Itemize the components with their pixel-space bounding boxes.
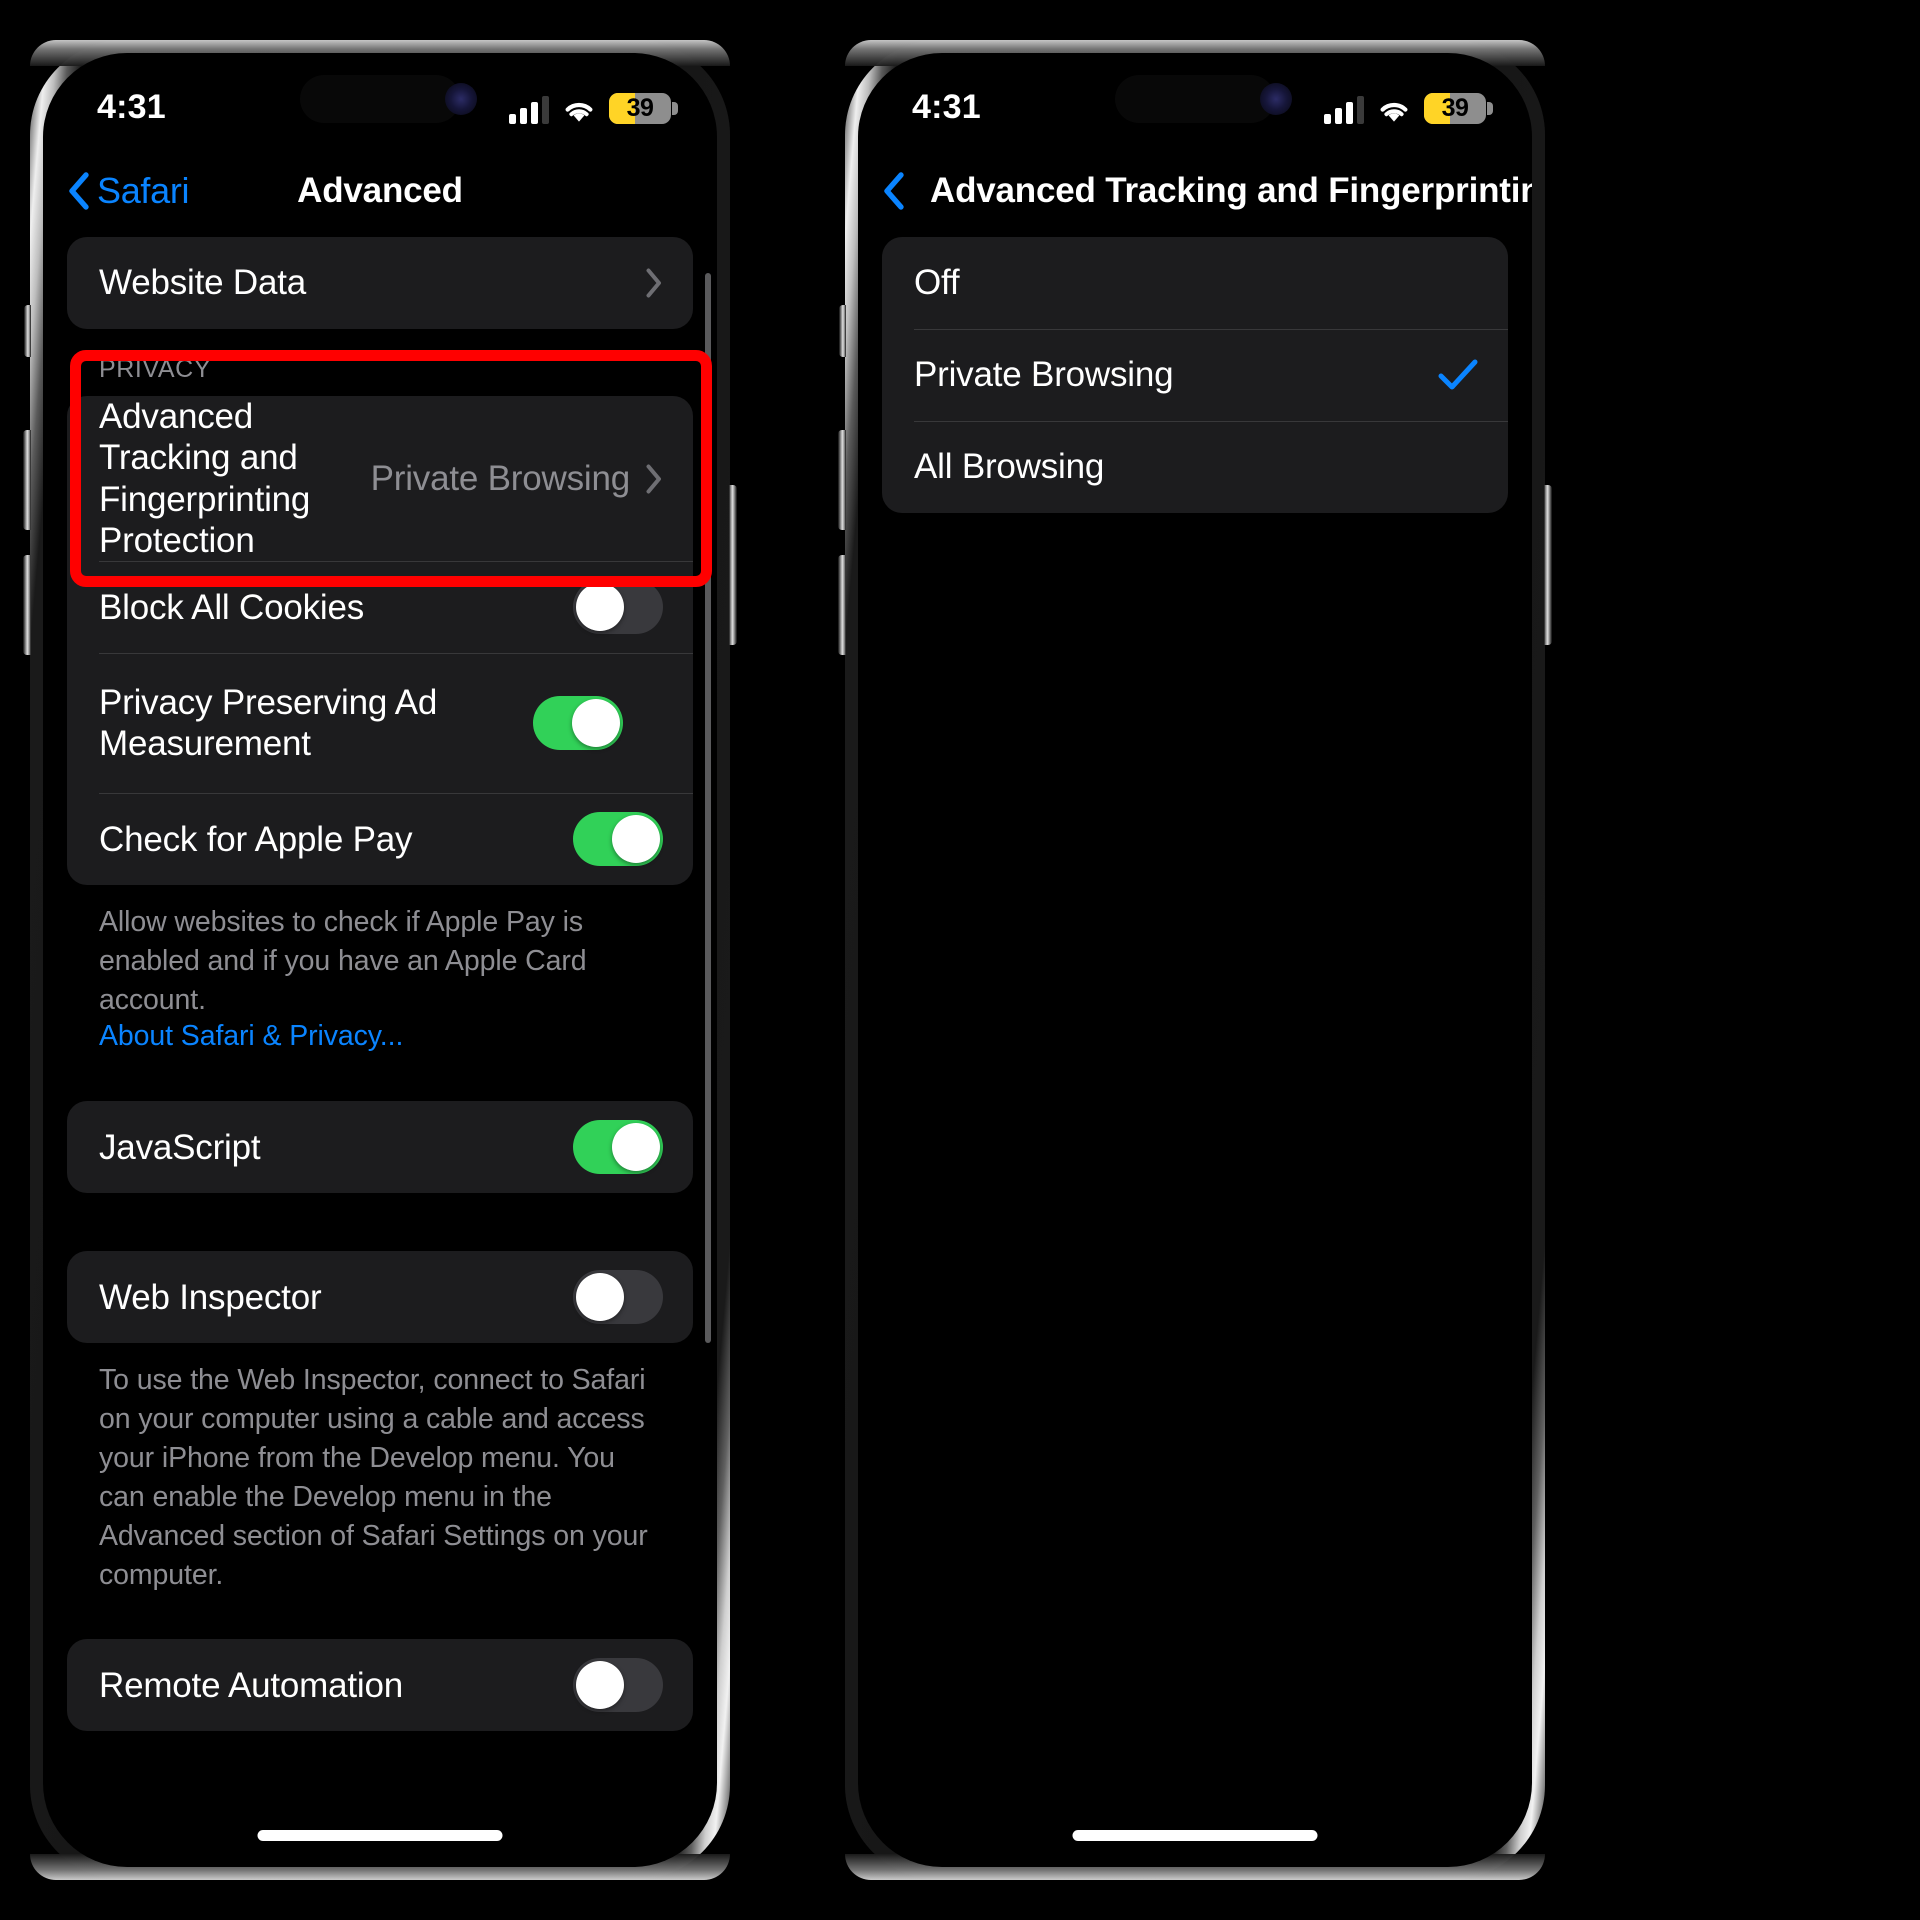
option-all-browsing[interactable]: All Browsing <box>882 421 1508 513</box>
toggle-web-inspector[interactable] <box>573 1270 663 1325</box>
volume-up-button[interactable] <box>23 430 31 530</box>
toggle-check-for-apple-pay[interactable] <box>573 812 663 867</box>
row-advanced-tracking-protection[interactable]: Advanced Tracking and Fingerprinting Pro… <box>67 396 693 561</box>
row-check-for-apple-pay[interactable]: Check for Apple Pay <box>67 793 693 885</box>
battery-icon: 39 <box>1424 92 1493 124</box>
screenshot-canvas: 4:31 39 Safari Advanced Website Data PRI… <box>0 0 1920 1920</box>
face-id-camera-icon <box>445 83 477 115</box>
status-bar: 4:31 39 <box>43 53 717 145</box>
back-button-label: Safari <box>97 170 190 211</box>
phone-right-tracking-options: 4:31 39 Advanced Tracking and Fingerprin… <box>838 40 1552 1880</box>
dynamic-island <box>1115 75 1275 123</box>
row-label: Block All Cookies <box>99 587 365 627</box>
back-button[interactable] <box>882 172 904 210</box>
row-remote-automation[interactable]: Remote Automation <box>67 1639 693 1731</box>
status-time: 4:31 <box>912 87 981 126</box>
page-title: Advanced Tracking and Fingerprinting... <box>930 171 1532 210</box>
row-label: Website Data <box>99 263 307 303</box>
group-protection-options: Off Private Browsing All Browsing <box>882 237 1508 513</box>
vertical-scrollbar[interactable] <box>705 273 711 1343</box>
volume-down-button[interactable] <box>838 555 846 655</box>
home-indicator[interactable] <box>257 1830 503 1841</box>
status-bar: 4:31 39 <box>858 53 1532 145</box>
row-label: Remote Automation <box>99 1665 403 1705</box>
group-remote-automation: Remote Automation <box>67 1639 693 1732</box>
battery-icon: 39 <box>609 92 678 124</box>
dynamic-island <box>300 75 460 123</box>
chevron-right-icon <box>646 464 661 494</box>
toggle-block-all-cookies[interactable] <box>573 580 663 635</box>
status-time: 4:31 <box>97 87 166 126</box>
option-label: All Browsing <box>914 447 1105 487</box>
cellular-signal-icon <box>1324 95 1364 124</box>
status-indicators: 39 <box>1324 92 1493 124</box>
power-button[interactable] <box>1544 485 1552 645</box>
option-off[interactable]: Off <box>882 237 1508 329</box>
row-website-data[interactable]: Website Data <box>67 237 693 329</box>
link-about-safari-privacy[interactable]: About Safari & Privacy... <box>67 1020 693 1053</box>
group-privacy: Advanced Tracking and Fingerprinting Pro… <box>67 396 693 886</box>
settings-list: Website Data PRIVACY Advanced Tracking a… <box>43 237 717 1732</box>
option-label: Off <box>914 263 960 303</box>
home-indicator[interactable] <box>1072 1830 1318 1841</box>
status-indicators: 39 <box>509 92 678 124</box>
chevron-right-icon <box>646 268 661 298</box>
screen-tracking-options: 4:31 39 Advanced Tracking and Fingerprin… <box>858 53 1532 1867</box>
silence-switch[interactable] <box>24 305 31 357</box>
group-web-inspector: Web Inspector <box>67 1251 693 1344</box>
row-label: JavaScript <box>99 1127 261 1167</box>
footer-web-inspector-note: To use the Web Inspector, connect to Saf… <box>99 1364 648 1592</box>
option-label: Private Browsing <box>914 355 1174 395</box>
wifi-icon <box>565 102 593 122</box>
toggle-javascript[interactable] <box>573 1120 663 1175</box>
battery-percentage: 39 <box>626 93 654 122</box>
checkmark-icon <box>1438 359 1478 390</box>
face-id-camera-icon <box>1260 83 1292 115</box>
row-privacy-preserving-ad-measurement[interactable]: Privacy Preserving Ad Measurement <box>67 653 693 793</box>
section-header-privacy: PRIVACY <box>99 355 212 383</box>
volume-up-button[interactable] <box>838 430 846 530</box>
toggle-remote-automation[interactable] <box>573 1658 663 1713</box>
back-button[interactable]: Safari <box>67 170 190 212</box>
volume-down-button[interactable] <box>23 555 31 655</box>
row-value: Private Browsing <box>370 458 631 498</box>
navigation-bar: Advanced Tracking and Fingerprinting... <box>858 145 1532 237</box>
group-javascript: JavaScript <box>67 1101 693 1194</box>
row-label: Check for Apple Pay <box>99 819 413 859</box>
option-private-browsing[interactable]: Private Browsing <box>882 329 1508 421</box>
battery-percentage: 39 <box>1441 93 1469 122</box>
footer-apple-pay-note: Allow websites to check if Apple Pay is … <box>99 906 587 1017</box>
row-web-inspector[interactable]: Web Inspector <box>67 1251 693 1343</box>
navigation-bar: Safari Advanced <box>43 145 717 237</box>
row-label: Advanced Tracking and Fingerprinting Pro… <box>99 397 311 560</box>
wifi-icon <box>1380 102 1408 122</box>
power-button[interactable] <box>729 485 737 645</box>
phone-left-safari-advanced: 4:31 39 Safari Advanced Website Data PRI… <box>23 40 737 1880</box>
silence-switch[interactable] <box>839 305 846 357</box>
row-javascript[interactable]: JavaScript <box>67 1101 693 1193</box>
row-label: Privacy Preserving Ad Measurement <box>99 682 438 764</box>
chevron-left-icon <box>884 172 904 210</box>
row-block-all-cookies[interactable]: Block All Cookies <box>67 561 693 653</box>
screen-safari-advanced: 4:31 39 Safari Advanced Website Data PRI… <box>43 53 717 1867</box>
chevron-left-icon <box>69 172 89 210</box>
group-website-data: Website Data <box>67 237 693 329</box>
cellular-signal-icon <box>509 95 549 124</box>
toggle-privacy-preserving-ad-measurement[interactable] <box>533 696 623 751</box>
row-label: Web Inspector <box>99 1277 322 1317</box>
options-list: Off Private Browsing All Browsing <box>858 237 1532 513</box>
